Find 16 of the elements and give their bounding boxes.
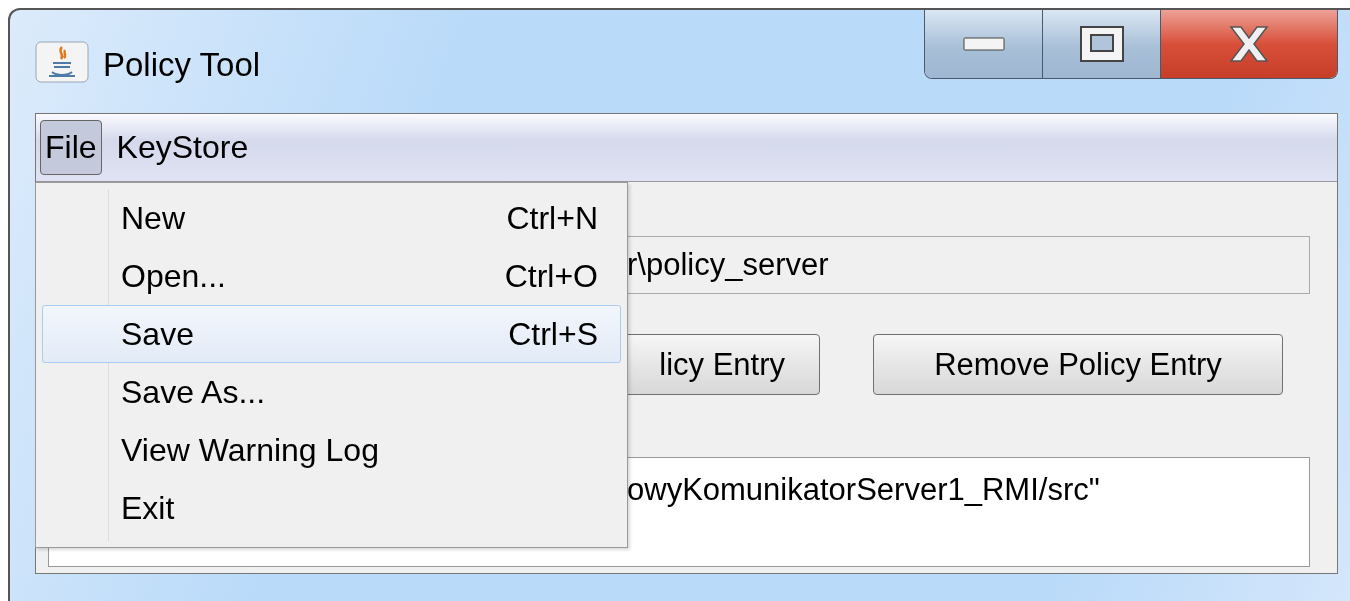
minimize-icon [962,37,1005,51]
close-icon [1227,24,1271,64]
remove-policy-entry-button[interactable]: Remove Policy Entry [873,334,1283,395]
menu-entry[interactable]: Save Ctrl+S [42,305,621,363]
window-title: Policy Tool [103,45,261,84]
menu-item[interactable]: KeyStore [111,120,254,175]
menu-entry[interactable]: Save As... [42,363,621,421]
menu-item[interactable]: File [40,120,102,175]
policy-entry[interactable]: owyKomunikatorServer1_RMI/src" [627,472,1309,508]
close-button[interactable] [1161,10,1337,78]
shortcut-label: Ctrl+N [506,199,598,237]
shortcut-label: Ctrl+S [508,315,598,353]
maximize-icon [1078,25,1125,63]
shortcut-label: Ctrl+O [504,257,598,295]
maximize-button[interactable] [1043,10,1161,78]
java-cup-icon[interactable] [35,40,89,83]
